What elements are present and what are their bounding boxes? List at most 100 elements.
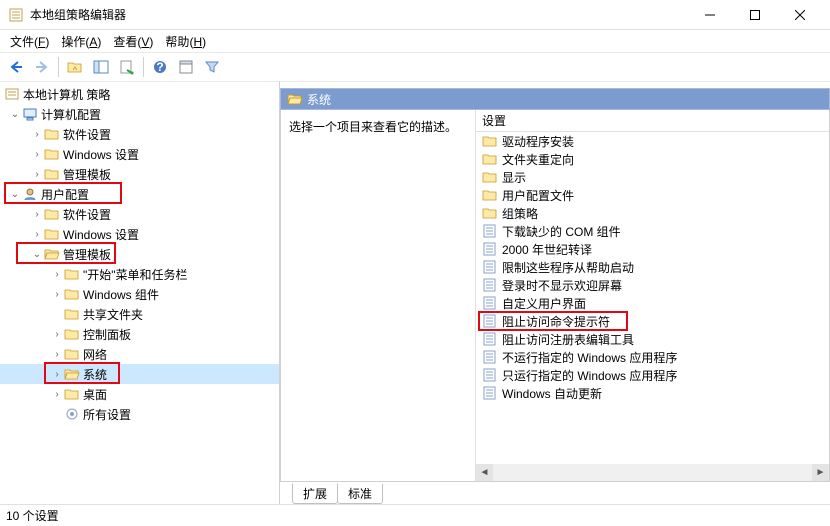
tree-label: 所有设置 xyxy=(83,406,131,423)
menu-help[interactable]: 帮助(H) xyxy=(159,31,212,52)
details-title: 系统 xyxy=(307,91,331,108)
expand-icon[interactable]: › xyxy=(50,329,64,340)
list-item[interactable]: Windows 自动更新 xyxy=(476,384,829,402)
show-hide-tree-button[interactable] xyxy=(89,55,113,79)
list-item[interactable]: 不运行指定的 Windows 应用程序 xyxy=(476,348,829,366)
tree-item[interactable]: ›桌面 xyxy=(0,384,279,404)
details-header: 系统 xyxy=(280,88,830,110)
tree-root[interactable]: 本地计算机 策略 xyxy=(0,84,279,104)
tab-standard[interactable]: 标准 xyxy=(337,484,383,504)
svg-text:?: ? xyxy=(156,60,163,74)
list-item[interactable]: 用户配置文件 xyxy=(476,186,829,204)
list-item[interactable]: 阻止访问命令提示符 xyxy=(476,312,829,330)
tree-item[interactable]: 共享文件夹 xyxy=(0,304,279,324)
setting-icon xyxy=(482,332,498,346)
collapse-icon[interactable]: ⌄ xyxy=(8,189,22,200)
expand-icon[interactable]: › xyxy=(30,129,44,140)
list-item[interactable]: 自定义用户界面 xyxy=(476,294,829,312)
folder-icon xyxy=(482,170,498,184)
back-button[interactable] xyxy=(4,55,28,79)
policy-icon xyxy=(4,87,20,101)
list-item[interactable]: 阻止访问注册表编辑工具 xyxy=(476,330,829,348)
scroll-left-button[interactable]: ◄ xyxy=(476,464,493,481)
list-item[interactable]: 文件夹重定向 xyxy=(476,150,829,168)
folder-icon xyxy=(44,147,60,161)
folder-icon xyxy=(482,134,498,148)
menu-action[interactable]: 操作(A) xyxy=(55,31,107,52)
description-prompt: 选择一个项目来查看它的描述。 xyxy=(289,118,467,135)
help-button[interactable]: ? xyxy=(148,55,172,79)
folder-icon xyxy=(64,387,80,401)
expand-icon[interactable]: › xyxy=(30,149,44,160)
expand-icon[interactable]: › xyxy=(50,289,64,300)
tree-pane[interactable]: 本地计算机 策略 ⌄ 计算机配置 ›软件设置 ›Windows 设置 ›管理模板… xyxy=(0,82,280,504)
folder-icon xyxy=(64,347,80,361)
tree-label: 网络 xyxy=(83,346,107,363)
menu-view[interactable]: 查看(V) xyxy=(107,31,159,52)
export-list-button[interactable] xyxy=(115,55,139,79)
tree-item[interactable]: ›Windows 组件 xyxy=(0,284,279,304)
scroll-track[interactable] xyxy=(493,464,812,481)
tree-item[interactable]: ›"开始"菜单和任务栏 xyxy=(0,264,279,284)
tree-item[interactable]: ›软件设置 xyxy=(0,204,279,224)
expand-icon[interactable]: › xyxy=(30,169,44,180)
tree-item[interactable]: 所有设置 xyxy=(0,404,279,424)
settings-list[interactable]: 驱动程序安装文件夹重定向显示用户配置文件组策略下载缺少的 COM 组件2000 … xyxy=(476,132,829,464)
setting-icon xyxy=(482,296,498,310)
tree-item[interactable]: ›Windows 设置 xyxy=(0,224,279,244)
collapse-icon[interactable]: ⌄ xyxy=(30,249,44,260)
folder-icon xyxy=(482,152,498,166)
folder-icon xyxy=(44,207,60,221)
list-item[interactable]: 组策略 xyxy=(476,204,829,222)
description-column: 选择一个项目来查看它的描述。 xyxy=(281,110,476,481)
collapse-icon[interactable]: ⌄ xyxy=(8,109,22,120)
tree-user-config[interactable]: ⌄ 用户配置 xyxy=(0,184,279,204)
maximize-button[interactable] xyxy=(732,1,777,29)
expand-icon[interactable]: › xyxy=(50,369,64,380)
menu-file[interactable]: 文件(F) xyxy=(4,31,55,52)
settings-list-column: 设置 驱动程序安装文件夹重定向显示用户配置文件组策略下载缺少的 COM 组件20… xyxy=(476,110,829,481)
list-item-label: 不运行指定的 Windows 应用程序 xyxy=(502,349,677,366)
expand-icon[interactable]: › xyxy=(50,389,64,400)
expand-icon[interactable]: › xyxy=(30,209,44,220)
forward-button[interactable] xyxy=(30,55,54,79)
list-item-label: 阻止访问注册表编辑工具 xyxy=(502,331,634,348)
list-item[interactable]: 下载缺少的 COM 组件 xyxy=(476,222,829,240)
list-item[interactable]: 显示 xyxy=(476,168,829,186)
tree-computer-config[interactable]: ⌄ 计算机配置 xyxy=(0,104,279,124)
tree-item[interactable]: › 网络 xyxy=(0,344,279,364)
tab-extended[interactable]: 扩展 xyxy=(292,483,338,504)
list-item[interactable]: 驱动程序安装 xyxy=(476,132,829,150)
tree-item[interactable]: ›管理模板 xyxy=(0,164,279,184)
horizontal-scrollbar[interactable]: ◄ ► xyxy=(476,464,829,481)
tree-admin-templates[interactable]: ⌄管理模板 xyxy=(0,244,279,264)
folder-open-icon xyxy=(287,92,303,106)
folder-icon xyxy=(64,287,80,301)
folder-icon xyxy=(64,327,80,341)
tree-item[interactable]: ›软件设置 xyxy=(0,124,279,144)
filter-button[interactable] xyxy=(200,55,224,79)
tree-system[interactable]: ›系统 xyxy=(0,364,279,384)
statusbar: 10 个设置 xyxy=(0,504,830,526)
main-area: 本地计算机 策略 ⌄ 计算机配置 ›软件设置 ›Windows 设置 ›管理模板… xyxy=(0,82,830,504)
list-item-label: 用户配置文件 xyxy=(502,187,574,204)
folder-icon xyxy=(44,127,60,141)
minimize-button[interactable] xyxy=(687,1,732,29)
up-button[interactable] xyxy=(63,55,87,79)
list-item-label: 登录时不显示欢迎屏幕 xyxy=(502,277,622,294)
expand-icon[interactable]: › xyxy=(50,269,64,280)
setting-icon xyxy=(482,278,498,292)
list-item-label: 组策略 xyxy=(502,205,538,222)
list-item[interactable]: 限制这些程序从帮助启动 xyxy=(476,258,829,276)
expand-icon[interactable]: › xyxy=(30,229,44,240)
close-button[interactable] xyxy=(777,1,822,29)
list-item[interactable]: 只运行指定的 Windows 应用程序 xyxy=(476,366,829,384)
tree-item[interactable]: ›控制面板 xyxy=(0,324,279,344)
column-header-setting[interactable]: 设置 xyxy=(476,110,829,132)
scroll-right-button[interactable]: ► xyxy=(812,464,829,481)
list-item[interactable]: 登录时不显示欢迎屏幕 xyxy=(476,276,829,294)
tree-item[interactable]: ›Windows 设置 xyxy=(0,144,279,164)
properties-button[interactable] xyxy=(174,55,198,79)
list-item[interactable]: 2000 年世纪转译 xyxy=(476,240,829,258)
expand-icon[interactable]: › xyxy=(50,349,64,360)
